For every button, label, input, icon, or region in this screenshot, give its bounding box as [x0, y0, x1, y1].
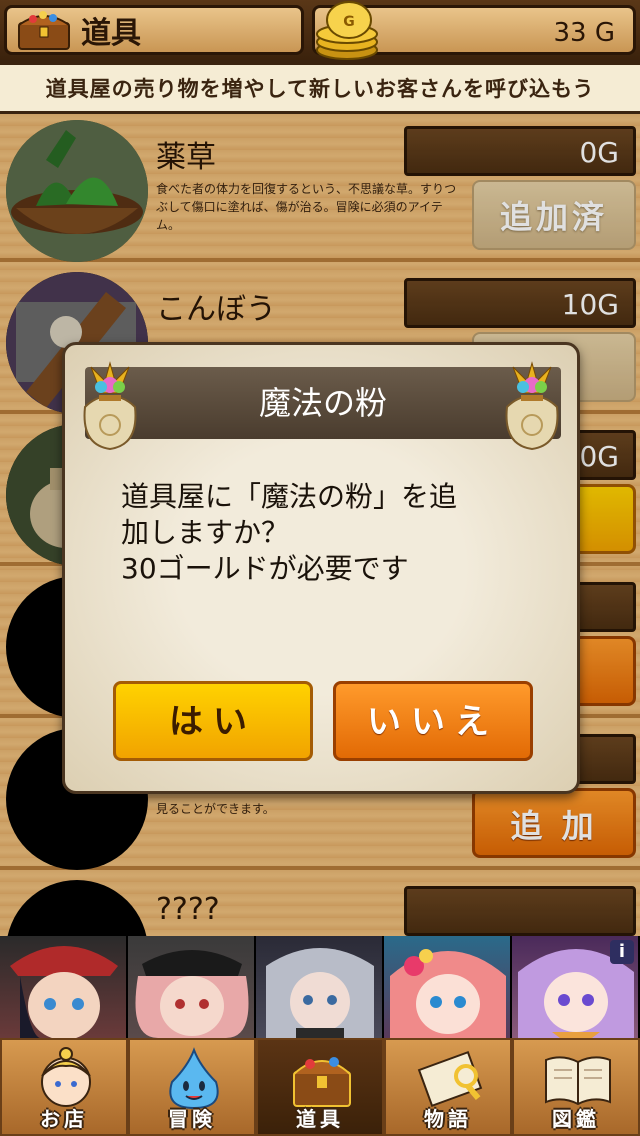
character-portrait[interactable]	[0, 936, 128, 1038]
dialog-message-line: 30ゴールドが必要です	[121, 552, 409, 585]
page-title: 道具	[81, 16, 141, 51]
character-portrait[interactable]	[256, 936, 384, 1038]
nav-story[interactable]: 物語	[384, 1038, 512, 1136]
nav-label: 道具	[296, 1107, 344, 1131]
dialog-message-line: 加しますか？	[121, 516, 290, 549]
treasure-chest-icon	[18, 11, 70, 50]
character-avatar-icon	[266, 948, 374, 1038]
nav-encyclopedia[interactable]: 図鑑	[512, 1038, 640, 1136]
dialog-header: 魔法の粉	[85, 367, 561, 439]
header: 道具 G 33 G	[0, 0, 640, 60]
info-button[interactable]: i	[610, 940, 634, 964]
dialog-message: 道具屋に「魔法の粉」を追 加しますか？ 30ゴールドが必要です	[121, 479, 541, 587]
gold-coins-icon: G	[316, 1, 378, 60]
bottom-nav: お店 冒険 道具 物語 図鑑	[0, 1038, 640, 1136]
confirm-dialog: 魔法の粉 道具屋に「魔法の粉」を追 加しますか？ 30ゴールドが必要です はい …	[62, 342, 580, 794]
character-portrait[interactable]	[384, 936, 512, 1038]
dialog-message-line: 道具屋に「魔法の粉」を追	[121, 480, 458, 513]
magic-powder-bag-icon	[505, 361, 559, 451]
no-button[interactable]: いいえ	[333, 681, 533, 761]
nav-adventure[interactable]: 冒険	[128, 1038, 256, 1136]
info-banner: 道具屋の売り物を増やして新しいお客さんを呼び込もう	[0, 62, 640, 114]
nav-label: 冒険	[168, 1107, 216, 1131]
character-avatar-icon	[135, 950, 249, 1038]
gold-amount: 33 G	[553, 18, 616, 48]
nav-label: 図鑑	[552, 1107, 600, 1131]
nav-label: 物語	[424, 1107, 472, 1131]
character-avatar-icon	[390, 949, 506, 1038]
nav-label: お店	[40, 1107, 88, 1131]
yes-button[interactable]: はい	[113, 681, 313, 761]
svg-text:G: G	[343, 14, 355, 30]
nav-shop[interactable]: お店	[0, 1038, 128, 1136]
character-strip: i	[0, 936, 640, 1038]
title-box: 道具	[4, 5, 304, 55]
gold-display: G 33 G	[312, 1, 636, 60]
banner-text: 道具屋の売り物を増やして新しいお客さんを呼び込もう	[45, 77, 595, 101]
character-avatar-icon	[10, 946, 118, 1038]
magic-powder-bag-icon	[83, 361, 137, 451]
dialog-title: 魔法の粉	[258, 384, 387, 422]
nav-items[interactable]: 道具	[256, 1038, 384, 1136]
character-portrait[interactable]: i	[512, 936, 640, 1038]
character-portrait[interactable]	[128, 936, 256, 1038]
